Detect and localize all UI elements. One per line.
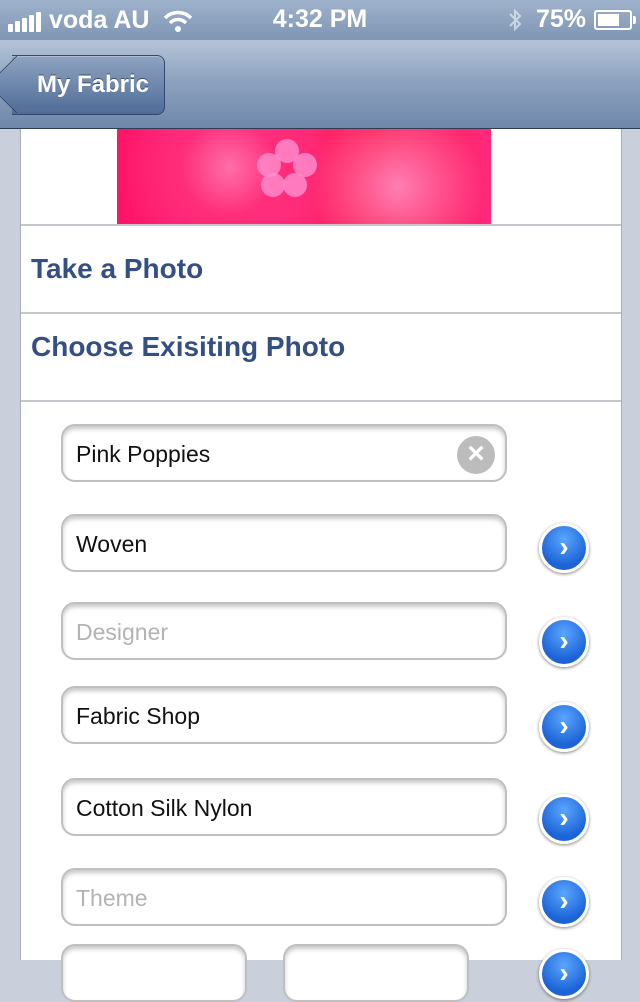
status-bar: voda AU 4:32 PM 75% (0, 0, 640, 40)
navigation-bar: My Fabric (0, 40, 640, 129)
chevron-right-icon[interactable]: › (539, 702, 589, 752)
fabric-name-field[interactable]: Pink Poppies × (61, 424, 507, 482)
fabric-type-value: Woven (76, 531, 148, 557)
theme-field[interactable]: Theme (61, 868, 507, 926)
fabric-type-field[interactable]: Woven (61, 514, 507, 572)
divider (21, 400, 621, 402)
partial-field-right[interactable] (283, 944, 469, 1002)
flower-pattern (257, 139, 317, 199)
bluetooth-icon (509, 8, 522, 31)
status-right: 75% (508, 5, 636, 34)
take-photo-button[interactable]: Take a Photo (31, 253, 203, 285)
shop-value: Fabric Shop (76, 703, 201, 729)
designer-placeholder: Designer (76, 619, 169, 645)
choose-photo-button[interactable]: Choose Exisiting Photo (31, 331, 345, 363)
divider (21, 224, 621, 226)
divider (21, 312, 621, 314)
shop-field[interactable]: Fabric Shop (61, 686, 507, 744)
back-button-label: My Fabric (36, 71, 150, 98)
clear-icon[interactable]: × (457, 436, 495, 474)
content-panel: Take a Photo Choose Exisiting Photo Pink… (20, 129, 622, 1002)
chevron-right-icon[interactable]: › (539, 794, 589, 844)
back-button[interactable]: My Fabric (12, 55, 165, 115)
fabric-photo[interactable] (117, 129, 491, 225)
chevron-right-icon[interactable]: › (539, 523, 589, 573)
fabric-name-value: Pink Poppies (76, 441, 211, 467)
battery-percent: 75% (535, 5, 586, 33)
designer-field[interactable]: Designer (61, 602, 507, 660)
chevron-right-icon[interactable]: › (539, 949, 589, 999)
battery-icon (594, 9, 636, 30)
fiber-content-value: Cotton Silk Nylon (76, 795, 253, 821)
fiber-content-field[interactable]: Cotton Silk Nylon (61, 778, 507, 836)
theme-placeholder: Theme (76, 885, 148, 911)
chevron-right-icon[interactable]: › (539, 877, 589, 927)
battery-fill (598, 13, 619, 26)
chevron-right-icon[interactable]: › (539, 617, 589, 667)
partial-field-left[interactable] (61, 944, 247, 1002)
